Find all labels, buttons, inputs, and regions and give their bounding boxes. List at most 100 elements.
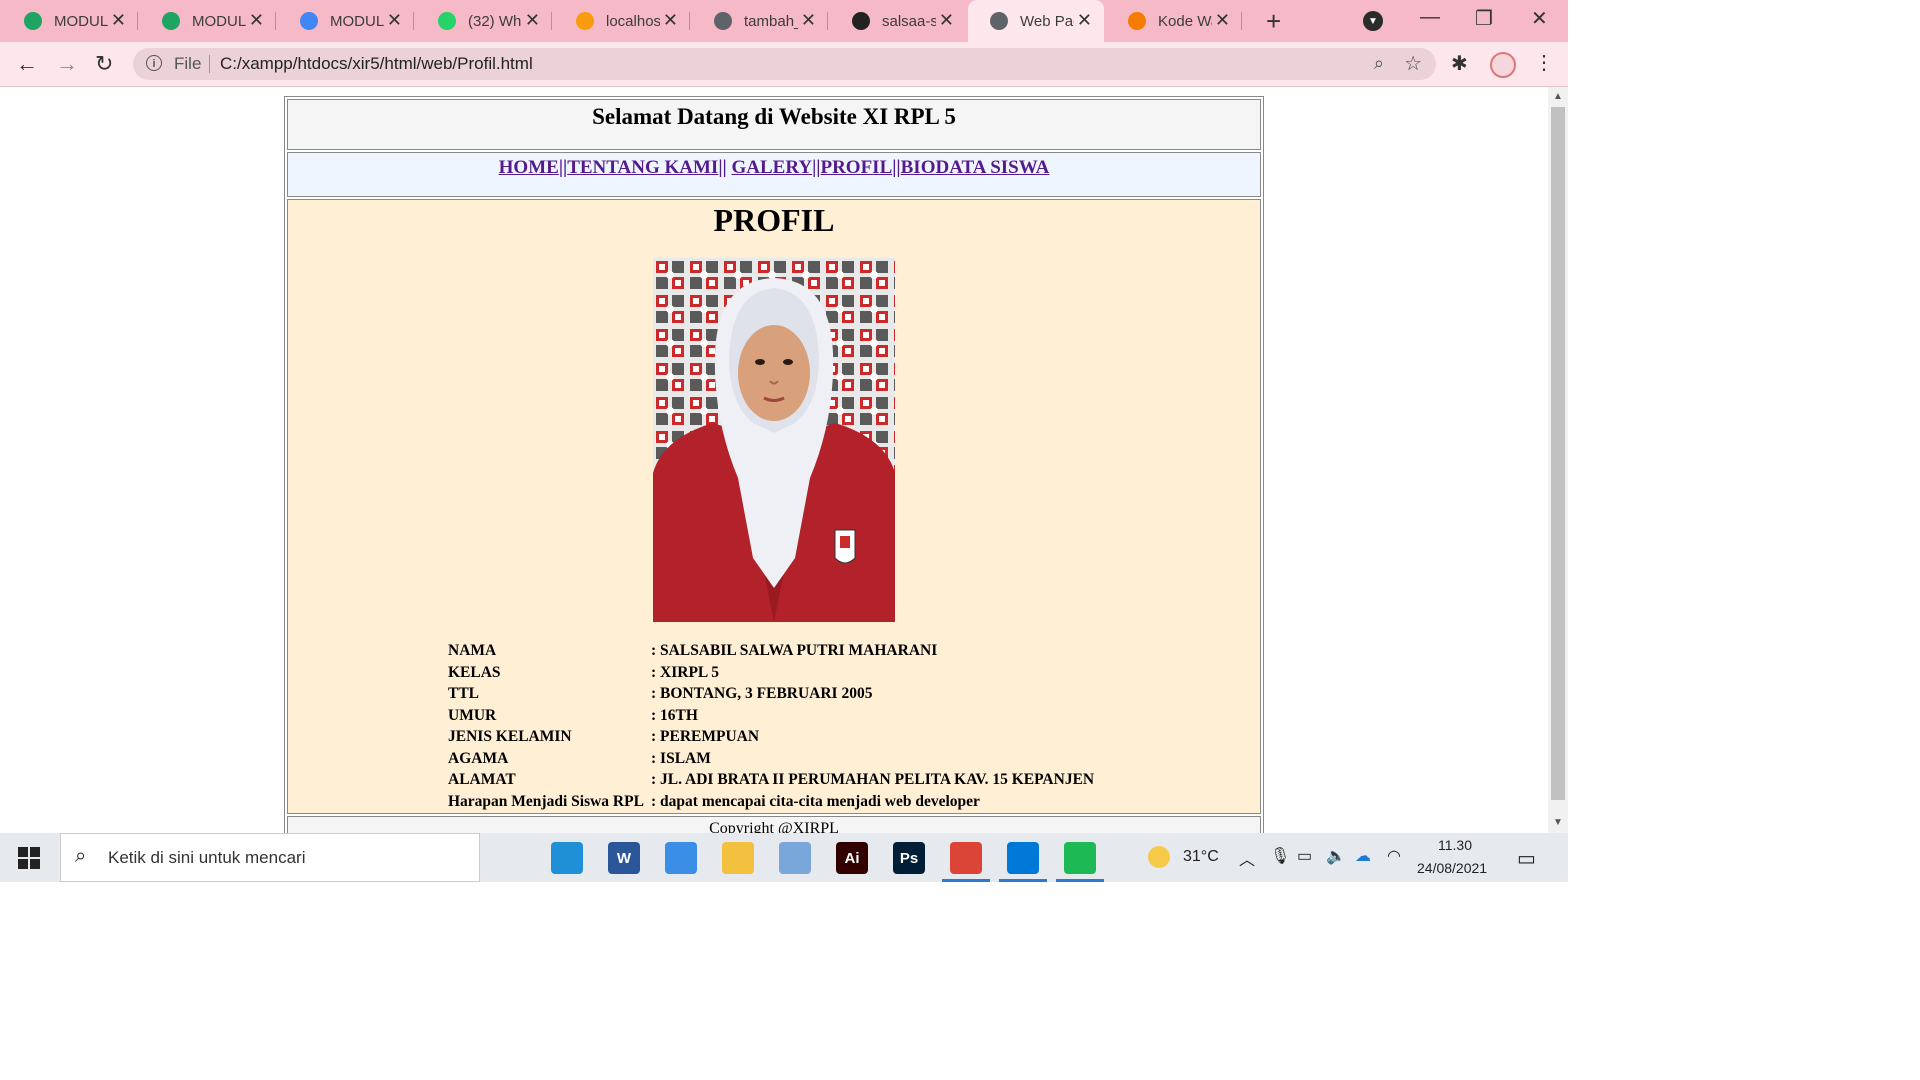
reload-icon[interactable]: ↻ [95, 51, 113, 77]
word-icon[interactable]: W [608, 842, 640, 874]
vertical-scrollbar[interactable]: ▲ ▼ [1548, 87, 1568, 833]
nav-link-tentang-kami[interactable]: TENTANG KAMI [567, 157, 718, 178]
windows-start-icon[interactable] [18, 847, 40, 869]
nav-separator: || [558, 157, 568, 178]
browser-tab-strip: MODUL✕MODUL✕MODUL✕(32) Wha✕localhost✕tam… [0, 0, 1568, 42]
tab-search-icon[interactable]: ▼ [1363, 11, 1383, 31]
chrome-icon[interactable] [950, 842, 982, 874]
notification-icon[interactable]: ▭ [1517, 846, 1536, 871]
photoshop-icon[interactable]: Ps [893, 842, 925, 874]
biodata-value: : dapat mencapai cita-cita menjadi web d… [651, 792, 980, 810]
weather-sun-cloud-icon[interactable] [1148, 846, 1170, 868]
mail-icon[interactable] [665, 842, 697, 874]
nav-link-profil[interactable]: PROFIL [820, 157, 892, 178]
tab-title: localhost [606, 12, 660, 30]
microphone-icon[interactable]: 🎙 [1270, 846, 1290, 866]
onedrive-cloud-icon[interactable]: ☁ [1355, 846, 1371, 866]
close-tab-icon[interactable]: ✕ [663, 11, 678, 29]
browser-toolbar: ← → ↻ i File C:/xampp/htdocs/xir5/html/w… [0, 42, 1568, 87]
extensions-puzzle-icon[interactable]: ✱ [1451, 51, 1468, 76]
windows-taskbar: ⌕ Ketik di sini untuk mencari W Ai Ps 31°C… [0, 833, 1568, 882]
clock-time[interactable]: 11.30 [1438, 837, 1472, 853]
browser-menu-icon[interactable]: ⋮ [1534, 50, 1554, 75]
tab-title: MODUL [54, 12, 108, 30]
close-tab-icon[interactable]: ✕ [1215, 11, 1230, 29]
globe-icon [990, 12, 1008, 30]
url-text[interactable]: C:/xampp/htdocs/xir5/html/web/Profil.htm… [220, 54, 533, 74]
browser-tab[interactable]: localhost ✕ [554, 0, 690, 42]
scroll-down-icon[interactable]: ▼ [1553, 817, 1563, 828]
browser-tab[interactable]: MODUL ✕ [2, 0, 138, 42]
new-tab-button[interactable]: + [1266, 6, 1281, 37]
phpmyadmin-icon [576, 12, 594, 30]
biodata-value: : 16TH [651, 706, 698, 724]
profile-avatar[interactable] [1490, 52, 1516, 78]
tab-title: salsaa-sa [882, 12, 936, 30]
clock-date[interactable]: 24/08/2021 [1417, 860, 1487, 876]
biodata-row: NAMA: SALSABIL SALWA PUTRI MAHARANI [448, 642, 1094, 664]
close-tab-icon[interactable]: ✕ [525, 11, 540, 29]
browser-tab[interactable]: salsaa-sa✕ [830, 0, 966, 42]
biodata-value: : XIRPL 5 [651, 663, 720, 681]
close-tab-icon[interactable]: ✕ [801, 11, 816, 29]
browser-tab[interactable]: tambah_ ✕ [692, 0, 828, 42]
nav-link-galery[interactable]: GALERY [731, 157, 812, 178]
google-docs-icon [300, 12, 318, 30]
page-viewport: Selamat Datang di Website XI RPL 5 HOME|… [0, 87, 1548, 833]
biodata-label: NAMA [448, 642, 497, 659]
close-tab-icon[interactable]: ✕ [939, 11, 954, 29]
close-tab-icon[interactable]: ✕ [387, 11, 402, 29]
3d-viewer-icon[interactable] [779, 842, 811, 874]
file-explorer-icon[interactable] [722, 842, 754, 874]
profile-photo [653, 258, 895, 622]
vscode-icon[interactable] [1007, 842, 1039, 874]
bookmark-star-icon[interactable]: ☆ [1404, 51, 1422, 76]
volume-icon[interactable]: 🔈 [1326, 846, 1346, 866]
browser-tab[interactable]: (32) Wha✕ [416, 0, 552, 42]
nav-separator: || [718, 157, 727, 178]
tab-title: tambah_ [744, 12, 798, 30]
search-placeholder: Ketik di sini untuk mencari [108, 848, 306, 867]
chevron-up-icon[interactable]: ︿ [1239, 846, 1255, 870]
close-tab-icon[interactable]: ✕ [111, 11, 126, 29]
illustrator-icon[interactable]: Ai [836, 842, 868, 874]
nav-link-home[interactable]: HOME [499, 157, 559, 178]
close-tab-icon[interactable]: ✕ [249, 11, 264, 29]
taskbar-search-box[interactable]: ⌕ Ketik di sini untuk mencari [60, 833, 480, 882]
task-view-icon[interactable] [494, 842, 526, 874]
battery-icon[interactable]: ▭ [1297, 846, 1312, 866]
edge-icon[interactable] [551, 842, 583, 874]
browser-tab[interactable]: Web Pag✕ [968, 0, 1104, 42]
forward-icon[interactable]: → [56, 51, 78, 77]
scroll-up-icon[interactable]: ▲ [1553, 91, 1563, 102]
profile-heading: PROFIL [713, 202, 835, 238]
biodata-value: : ISLAM [651, 749, 711, 767]
address-separator [209, 55, 210, 73]
minimize-button[interactable]: — [1420, 6, 1440, 29]
back-icon[interactable]: ← [16, 51, 38, 77]
biodata-label: Harapan Menjadi Siswa RPL [448, 792, 644, 810]
close-tab-icon[interactable]: ✕ [1077, 11, 1092, 29]
browser-tab[interactable]: MODUL ✕ [140, 0, 276, 42]
site-info-icon[interactable]: i [146, 55, 162, 71]
scroll-thumb[interactable] [1551, 107, 1565, 800]
weather-temperature[interactable]: 31°C [1183, 848, 1219, 866]
search-icon: ⌕ [75, 845, 87, 867]
wifi-icon[interactable]: ◠ [1387, 846, 1401, 866]
biodata-row: JENIS KELAMIN: PEREMPUAN [448, 728, 1094, 750]
nav-link-biodata-siswa[interactable]: BIODATA SISWA [901, 157, 1050, 178]
running-indicator [1056, 879, 1104, 882]
browser-tab[interactable]: MODUL ✕ [278, 0, 414, 42]
browser-tab[interactable]: Kode Wa✕ [1106, 0, 1242, 42]
address-bar[interactable]: i File C:/xampp/htdocs/xir5/html/web/Pro… [133, 48, 1436, 80]
layout-table: Selamat Datang di Website XI RPL 5 HOME|… [284, 96, 1264, 833]
close-window-button[interactable]: ✕ [1531, 6, 1548, 31]
page-footer: Copyright @XIRPL [287, 816, 1261, 833]
running-indicator [999, 879, 1047, 882]
biodata-label: JENIS KELAMIN [448, 728, 572, 745]
zoom-icon[interactable]: ⌕ [1374, 53, 1384, 74]
google-drive-icon [24, 12, 42, 30]
spotify-icon[interactable] [1064, 842, 1096, 874]
biodata-table: NAMA: SALSABIL SALWA PUTRI MAHARANI KELAS… [448, 642, 1094, 814]
restore-button[interactable]: ❐ [1475, 6, 1493, 31]
